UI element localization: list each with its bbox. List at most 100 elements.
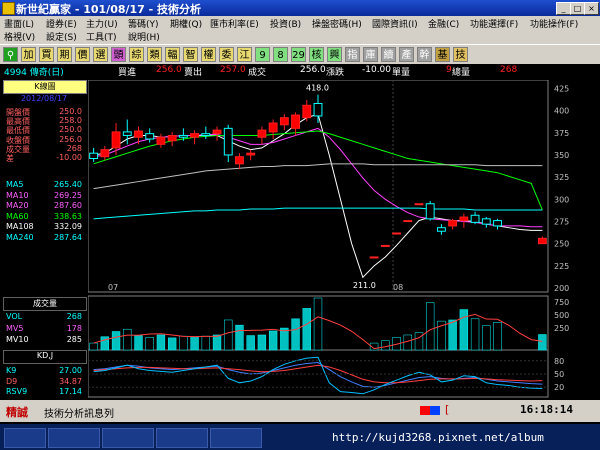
menu-item[interactable]: 籌碼(Y) bbox=[128, 17, 159, 30]
toolbar-button[interactable]: 委 bbox=[219, 47, 234, 62]
menu-item[interactable]: 期權(Q) bbox=[170, 17, 202, 30]
title-bar: 新世紀贏家 - 101/08/17 - 技術分析 _ □ × bbox=[0, 0, 600, 16]
panel-date: 2012/08/17 bbox=[20, 94, 68, 103]
toolbar-button[interactable]: 期 bbox=[57, 47, 72, 62]
candle-body bbox=[403, 220, 413, 223]
candle-body bbox=[201, 133, 211, 136]
candle-body bbox=[313, 103, 323, 117]
kd-panel-title: KD,J bbox=[3, 350, 87, 364]
maximize-button[interactable]: □ bbox=[570, 2, 585, 15]
volume-panel-title: 成交量 bbox=[3, 297, 87, 311]
taskbar-item[interactable] bbox=[48, 428, 100, 448]
volume-bar bbox=[111, 331, 121, 351]
single-value: 9 bbox=[446, 65, 452, 75]
toolbar-button[interactable]: 買 bbox=[39, 47, 54, 62]
taskbar-item[interactable] bbox=[4, 428, 46, 448]
price-tick-label: 350 bbox=[554, 151, 569, 160]
info-value: 250.0 bbox=[59, 107, 82, 116]
ask-value: 257.0 bbox=[220, 65, 246, 75]
x-axis-label: 07 bbox=[108, 283, 118, 292]
toolbar-button[interactable]: 價 bbox=[75, 47, 90, 62]
menu-item[interactable]: 匯市利率(E) bbox=[210, 17, 259, 30]
toolbar-button[interactable]: 綜 bbox=[129, 47, 144, 62]
volume-bar bbox=[426, 302, 435, 351]
menu-item[interactable]: 功能操作(F) bbox=[530, 17, 578, 30]
info-value: 268 bbox=[66, 143, 82, 153]
menu-item[interactable]: 功能選擇(F) bbox=[470, 17, 518, 30]
toolbar-button[interactable]: 輻 bbox=[165, 47, 180, 62]
candle-body bbox=[493, 220, 502, 227]
menu-item[interactable]: 工具(T) bbox=[86, 30, 117, 43]
menu-item[interactable]: 操盤密碼(H) bbox=[312, 17, 362, 30]
toolbar-button[interactable]: 興 bbox=[327, 47, 342, 62]
toolbar-button[interactable]: 續 bbox=[381, 47, 396, 62]
menu-item[interactable]: 金融(C) bbox=[428, 17, 459, 30]
price-tick-label: 250 bbox=[554, 240, 569, 249]
single-label: 單量 bbox=[392, 68, 411, 78]
candle-body bbox=[167, 134, 177, 142]
taskbar-item[interactable] bbox=[210, 428, 262, 448]
menu-item[interactable]: 證券(E) bbox=[46, 17, 77, 30]
candle-body bbox=[481, 218, 491, 225]
minimize-button[interactable]: _ bbox=[556, 2, 571, 15]
taskbar: http://kujd3268.pixnet.net/album bbox=[0, 424, 600, 450]
candle-body bbox=[178, 134, 188, 138]
toolbar-button[interactable]: 8 bbox=[273, 47, 288, 62]
menu-item[interactable]: 說明(H) bbox=[128, 30, 160, 43]
volume-bar bbox=[403, 334, 412, 351]
toolbar-button[interactable]: 29 bbox=[291, 47, 306, 62]
candle-body bbox=[380, 244, 390, 247]
toolbar-button[interactable]: 基 bbox=[435, 47, 450, 62]
toolbar-button[interactable]: 核 bbox=[309, 47, 324, 62]
info-label: MV10 bbox=[6, 335, 29, 344]
menu-item[interactable]: 設定(S) bbox=[46, 30, 77, 43]
high-label: 418.0 bbox=[306, 84, 329, 93]
status-bracket: [ bbox=[445, 403, 450, 416]
volume-bar bbox=[224, 319, 233, 351]
toolbar-button[interactable]: 幹 bbox=[417, 47, 432, 62]
volume-tick-label: 750 bbox=[554, 298, 569, 307]
technical-chart[interactable]: 425 400 375 350 325 300 275 250 225 200 07 08 750 500… bbox=[88, 80, 598, 398]
bid-label: 買進 bbox=[118, 68, 137, 78]
toolbar-button[interactable]: 加 bbox=[21, 47, 36, 62]
toolbar-button[interactable]: 頭 bbox=[111, 47, 126, 62]
menu-item[interactable]: 主力(U) bbox=[86, 17, 118, 30]
candle-body bbox=[459, 216, 469, 222]
kd-tick-label: 50 bbox=[554, 370, 564, 379]
info-value: 338.63 bbox=[54, 211, 82, 221]
toolbar-button[interactable]: 產 bbox=[399, 47, 414, 62]
toolbar-button[interactable]: 類 bbox=[147, 47, 162, 62]
volume-bar bbox=[538, 334, 547, 351]
toolbar-button[interactable]: 江 bbox=[237, 47, 252, 62]
price-tick-label: 425 bbox=[554, 84, 569, 93]
menu-item[interactable]: 國際資訊(I) bbox=[372, 17, 418, 30]
taskbar-item[interactable] bbox=[102, 428, 154, 448]
toolbar-button[interactable]: 9 bbox=[255, 47, 270, 62]
search-icon[interactable]: ⚲ bbox=[3, 47, 18, 62]
close-button[interactable]: × bbox=[584, 2, 599, 15]
k-chart-title: K線圖 bbox=[3, 80, 87, 94]
price-tick-label: 275 bbox=[554, 217, 569, 226]
menu-item[interactable]: 投資(B) bbox=[270, 17, 301, 30]
trade-value: 256.0 bbox=[300, 65, 326, 75]
menu-item[interactable]: 畫面(L) bbox=[4, 17, 34, 30]
volume-tick-label: 250 bbox=[554, 324, 569, 333]
toolbar-button[interactable]: 技 bbox=[453, 47, 468, 62]
menu-item[interactable]: 格視(V) bbox=[4, 30, 35, 43]
toolbar-button[interactable]: 選 bbox=[93, 47, 108, 62]
candle-body bbox=[235, 156, 244, 165]
status-indicator-blue bbox=[430, 406, 440, 415]
info-label: D9 bbox=[6, 376, 18, 386]
toolbar-button[interactable]: 智 bbox=[183, 47, 198, 62]
toolbar-button[interactable]: 庫 bbox=[363, 47, 378, 62]
taskbar-item[interactable] bbox=[156, 428, 208, 448]
kd-tick-label: 80 bbox=[554, 357, 564, 366]
volume-bar bbox=[257, 334, 267, 351]
info-label: 差 bbox=[6, 154, 14, 163]
toolbar-button[interactable]: 指 bbox=[345, 47, 360, 62]
info-label: MA10 bbox=[6, 190, 29, 200]
volume-bar bbox=[313, 297, 323, 351]
toolbar-button[interactable]: 權 bbox=[201, 47, 216, 62]
stock-symbol: 4994 傳奇(日) bbox=[4, 68, 64, 78]
ma60-line bbox=[93, 163, 543, 190]
